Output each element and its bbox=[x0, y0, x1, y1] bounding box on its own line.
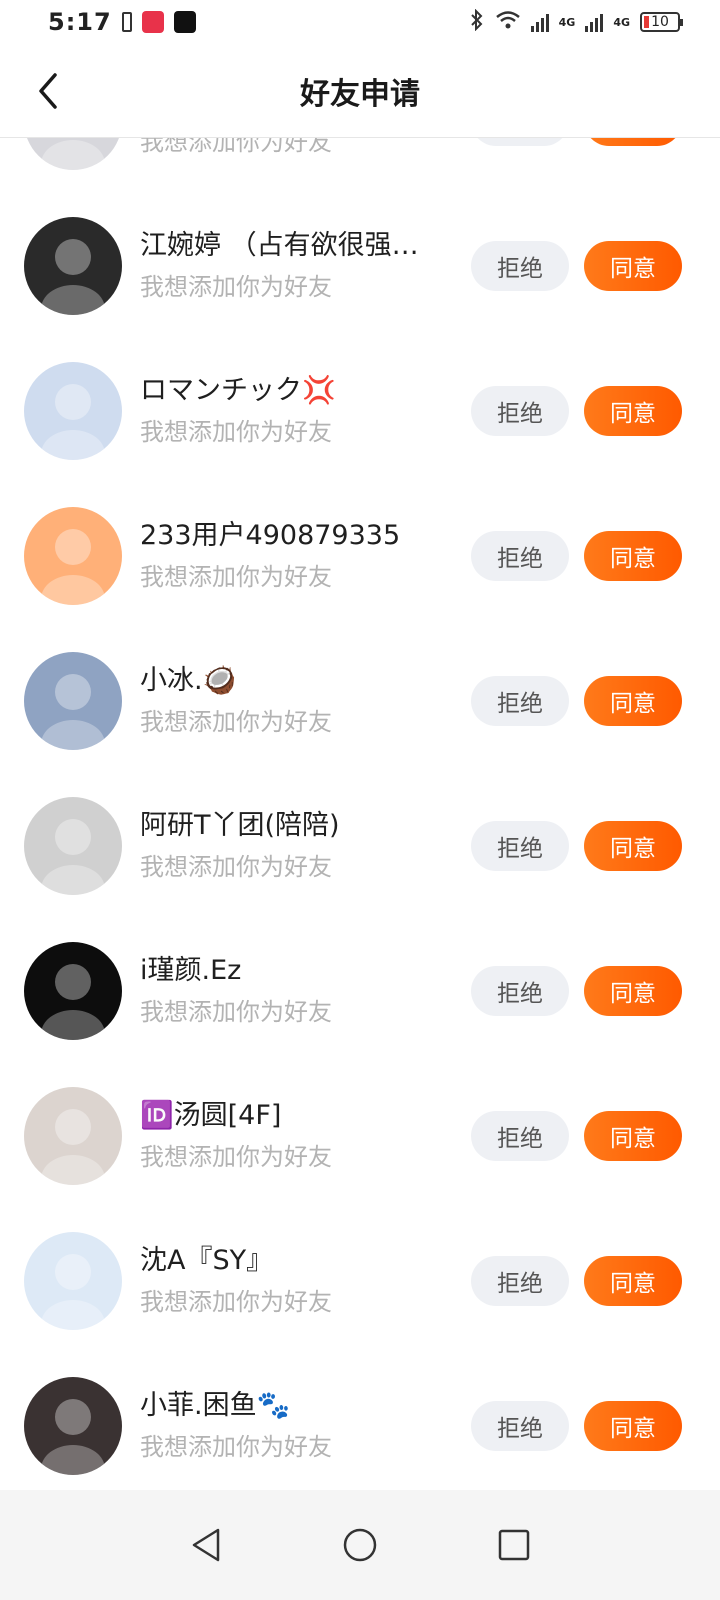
bluetooth-icon bbox=[469, 8, 485, 36]
back-button[interactable] bbox=[26, 66, 70, 116]
wifi-icon bbox=[495, 10, 521, 35]
accept-button[interactable]: 同意 bbox=[584, 1111, 682, 1161]
accept-button[interactable]: 同意 bbox=[584, 138, 682, 146]
requester-name: 江婉婷 （占有欲很强… bbox=[140, 230, 419, 261]
reject-button[interactable]: 拒绝 bbox=[471, 386, 569, 436]
avatar-image-icon bbox=[24, 1232, 122, 1330]
avatar-image-icon bbox=[24, 652, 122, 750]
avatar-image-icon bbox=[24, 942, 122, 1040]
status-bar: 5:17 4G 4G 10 bbox=[0, 0, 720, 44]
reject-button[interactable]: 拒绝 bbox=[471, 1111, 569, 1161]
avatar[interactable] bbox=[24, 942, 122, 1040]
square-recents-icon bbox=[498, 1529, 530, 1561]
friend-request-row: 沈A『SY』 我想添加你为好友 拒绝 同意 bbox=[0, 1208, 720, 1353]
signal-strength-icon bbox=[530, 12, 549, 32]
avatar-image-icon bbox=[24, 797, 122, 895]
requester-name: 233用户490879335 bbox=[140, 520, 401, 551]
accept-button[interactable]: 同意 bbox=[584, 1256, 682, 1306]
request-message: 我想添加你为好友 bbox=[140, 1288, 332, 1316]
status-right: 4G 4G 10 bbox=[469, 8, 683, 36]
reject-button[interactable]: 拒绝 bbox=[471, 966, 569, 1016]
page-title: 好友申请 bbox=[300, 76, 420, 112]
system-home-button[interactable] bbox=[338, 1523, 382, 1567]
header-bar: 好友申请 bbox=[0, 44, 720, 138]
requester-name: i瑾颜.Ez bbox=[140, 955, 242, 986]
avatar-image-icon bbox=[24, 1087, 122, 1185]
friend-request-row: ロマンチック💢 我想添加你为好友 拒绝 同意 bbox=[0, 338, 720, 483]
request-message: 我想添加你为好友 bbox=[140, 418, 332, 446]
request-message: 我想添加你为好友 bbox=[140, 1143, 332, 1171]
friend-request-row: 🆔汤圆[4F] 我想添加你为好友 拒绝 同意 bbox=[0, 1063, 720, 1208]
avatar[interactable] bbox=[24, 1232, 122, 1330]
accept-button[interactable]: 同意 bbox=[584, 241, 682, 291]
accept-button[interactable]: 同意 bbox=[584, 1401, 682, 1451]
reject-button[interactable]: 拒绝 bbox=[471, 241, 569, 291]
avatar-image-icon bbox=[24, 1377, 122, 1475]
avatar[interactable] bbox=[24, 1087, 122, 1185]
friend-request-row: 江婉婷 （占有欲很强… 我想添加你为好友 拒绝 同意 bbox=[0, 193, 720, 338]
app-notification-icon bbox=[141, 11, 164, 33]
friend-request-list[interactable]: 惜情 我想添加你为好友 拒绝 同意 江婉婷 （占有欲很强… 我想添加你为好友 拒… bbox=[0, 138, 720, 1500]
battery-level-fill bbox=[644, 16, 649, 28]
accept-button[interactable]: 同意 bbox=[584, 966, 682, 1016]
accept-button[interactable]: 同意 bbox=[584, 821, 682, 871]
signal-strength-icon-2 bbox=[585, 12, 604, 32]
accept-button[interactable]: 同意 bbox=[584, 386, 682, 436]
avatar-image-icon bbox=[24, 507, 122, 605]
reject-button[interactable]: 拒绝 bbox=[471, 138, 569, 146]
reject-button[interactable]: 拒绝 bbox=[471, 821, 569, 871]
tiktok-notification-icon bbox=[173, 11, 196, 33]
system-navigation-bar bbox=[0, 1490, 720, 1600]
avatar-image-icon bbox=[24, 138, 122, 170]
accept-button[interactable]: 同意 bbox=[584, 531, 682, 581]
reject-button[interactable]: 拒绝 bbox=[471, 1256, 569, 1306]
request-message: 我想添加你为好友 bbox=[140, 853, 332, 881]
battery-icon: 10 bbox=[640, 12, 683, 32]
requester-name: 沈A『SY』 bbox=[140, 1245, 274, 1276]
friend-request-row: 小冰.🥥 我想添加你为好友 拒绝 同意 bbox=[0, 628, 720, 773]
reject-button[interactable]: 拒绝 bbox=[471, 676, 569, 726]
request-message: 我想添加你为好友 bbox=[140, 1433, 332, 1461]
friend-request-row: 小菲.困鱼🐾 我想添加你为好友 拒绝 同意 bbox=[0, 1353, 720, 1498]
circle-home-icon bbox=[343, 1528, 377, 1562]
status-time: 5:17 bbox=[48, 8, 112, 36]
network-type-label: 4G bbox=[558, 15, 576, 29]
avatar-image-icon bbox=[24, 217, 122, 315]
system-recents-button[interactable] bbox=[492, 1523, 536, 1567]
status-left: 5:17 bbox=[48, 8, 196, 36]
avatar[interactable] bbox=[24, 797, 122, 895]
avatar[interactable] bbox=[24, 507, 122, 605]
chevron-left-icon bbox=[39, 73, 57, 109]
avatar[interactable] bbox=[24, 652, 122, 750]
reject-button[interactable]: 拒绝 bbox=[471, 531, 569, 581]
friend-request-row: 惜情 我想添加你为好友 拒绝 同意 bbox=[0, 138, 720, 193]
network-type-label-2: 4G bbox=[613, 15, 630, 29]
friend-request-row: 233用户490879335 我想添加你为好友 拒绝 同意 bbox=[0, 483, 720, 628]
battery-warning-icon bbox=[121, 12, 132, 32]
requester-name: 🆔汤圆[4F] bbox=[140, 1100, 282, 1131]
request-message: 我想添加你为好友 bbox=[140, 138, 332, 156]
request-message: 我想添加你为好友 bbox=[140, 563, 332, 591]
avatar[interactable] bbox=[24, 1377, 122, 1475]
friend-request-row: i瑾颜.Ez 我想添加你为好友 拒绝 同意 bbox=[0, 918, 720, 1063]
requester-name: ロマンチック💢 bbox=[140, 375, 336, 406]
reject-button[interactable]: 拒绝 bbox=[471, 1401, 569, 1451]
requester-name: 阿研T丫团(陪陪) bbox=[140, 810, 340, 841]
request-message: 我想添加你为好友 bbox=[140, 273, 332, 301]
friend-request-list-content: 惜情 我想添加你为好友 拒绝 同意 江婉婷 （占有欲很强… 我想添加你为好友 拒… bbox=[0, 138, 720, 1498]
avatar[interactable] bbox=[24, 138, 122, 170]
friend-request-row: 阿研T丫团(陪陪) 我想添加你为好友 拒绝 同意 bbox=[0, 773, 720, 918]
avatar-image-icon bbox=[24, 362, 122, 460]
battery-level: 10 bbox=[651, 14, 669, 30]
system-back-button[interactable] bbox=[184, 1523, 228, 1567]
triangle-back-icon bbox=[192, 1528, 220, 1562]
requester-name: 小菲.困鱼🐾 bbox=[140, 1390, 291, 1421]
request-message: 我想添加你为好友 bbox=[140, 708, 332, 736]
request-message: 我想添加你为好友 bbox=[140, 998, 332, 1026]
accept-button[interactable]: 同意 bbox=[584, 676, 682, 726]
requester-name: 小冰.🥥 bbox=[140, 665, 237, 696]
avatar[interactable] bbox=[24, 362, 122, 460]
avatar[interactable] bbox=[24, 217, 122, 315]
